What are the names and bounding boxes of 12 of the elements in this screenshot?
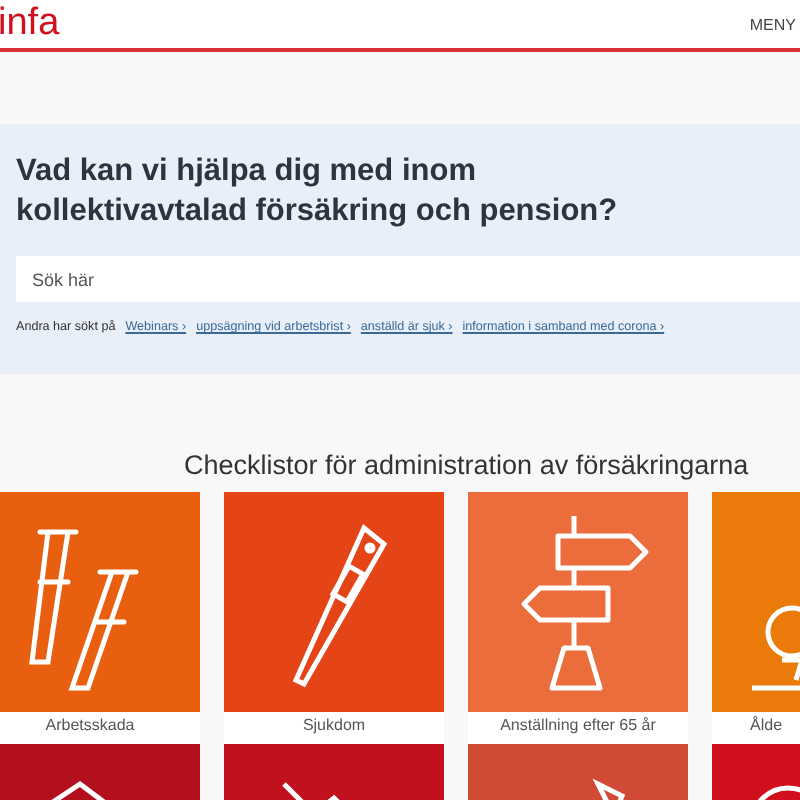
tile-label[interactable]: Ålde: [712, 712, 800, 744]
checklist-tile[interactable]: [0, 492, 200, 712]
tile-label[interactable]: Anställning efter 65 år: [468, 712, 688, 744]
menu-button[interactable]: MENY: [749, 15, 796, 33]
site-logo[interactable]: infa: [0, 0, 60, 48]
tile-label[interactable]: Arbetsskada: [0, 712, 200, 744]
checklist-tile[interactable]: [224, 492, 444, 712]
section-heading: Checklistor för administration av försäkringarna: [182, 448, 751, 484]
search-field[interactable]: Sök här: [16, 256, 800, 302]
search-heading: Vad kan vi hjälpa dig med inom kollektivavtalad försäkring och pension?: [16, 152, 620, 232]
tile-label[interactable]: Sjukdom: [224, 712, 444, 744]
checklist-tile[interactable]: [468, 492, 688, 712]
